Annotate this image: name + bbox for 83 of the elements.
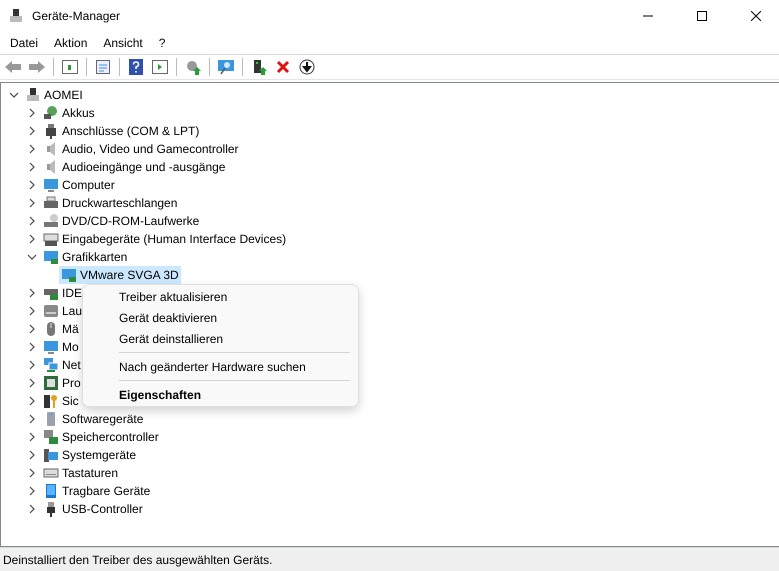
menu-item[interactable]: Aktion <box>46 34 96 52</box>
properties-button[interactable] <box>93 57 113 77</box>
tree-item[interactable]: Druckwarteschlangen <box>41 194 180 212</box>
chevron-right-icon[interactable] <box>27 198 37 208</box>
chevron-right-icon[interactable] <box>27 450 37 460</box>
drive-icon <box>43 303 59 319</box>
chevron-down-icon[interactable] <box>27 252 37 262</box>
tablet-icon <box>43 483 59 499</box>
window-title: Geräte-Manager <box>32 9 122 23</box>
chevron-right-icon[interactable] <box>27 486 37 496</box>
chevron-right-icon[interactable] <box>27 324 37 334</box>
context-menu-item[interactable]: Gerät deinstallieren <box>87 328 354 349</box>
context-menu-item[interactable]: Eigenschaften <box>87 384 354 405</box>
context-menu-item[interactable]: Gerät deaktivieren <box>87 307 354 328</box>
context-menu-item[interactable]: Nach geänderter Hardware suchen <box>87 356 354 377</box>
tree-item[interactable]: VMware SVGA 3D <box>59 266 181 284</box>
maximize-icon <box>697 11 707 21</box>
printer-icon <box>43 195 59 211</box>
tree-item[interactable]: Pro <box>41 374 83 392</box>
tree-item[interactable]: Eingabegeräte (Human Interface Devices) <box>41 230 288 248</box>
chevron-right-icon[interactable] <box>27 162 37 172</box>
tree-item[interactable]: Audioeingänge und -ausgänge <box>41 158 228 176</box>
tree-item[interactable]: Mä <box>41 320 81 338</box>
tree-item[interactable]: Speichercontroller <box>41 428 161 446</box>
chevron-right-icon[interactable] <box>27 396 37 406</box>
monitor-icon <box>43 177 59 193</box>
tree-item[interactable]: Audio, Video und Gamecontroller <box>41 140 241 158</box>
chevron-right-icon[interactable] <box>27 108 37 118</box>
drive-icon <box>43 213 59 229</box>
chevron-right-icon[interactable] <box>27 378 37 388</box>
chevron-right-icon[interactable] <box>27 504 37 514</box>
chevron-right-icon[interactable] <box>27 306 37 316</box>
close-icon <box>751 11 761 21</box>
menu-item[interactable]: Ansicht <box>95 34 151 52</box>
network-icon <box>43 357 59 373</box>
scan-hardware-button[interactable] <box>216 57 236 77</box>
port-icon <box>43 123 59 139</box>
system-device-icon <box>43 447 59 463</box>
tree-item[interactable]: Sic <box>41 392 81 410</box>
display-card-icon <box>43 249 59 265</box>
key-icon <box>43 393 59 409</box>
tree-item[interactable]: Tragbare Geräte <box>41 482 152 500</box>
tree-item[interactable]: Anschlüsse (COM & LPT) <box>41 122 202 140</box>
tree-item[interactable]: Computer <box>41 176 117 194</box>
help-button[interactable] <box>126 57 146 77</box>
menu-item[interactable]: Datei <box>2 34 46 52</box>
tree-item[interactable]: Softwaregeräte <box>41 410 146 428</box>
tree-item[interactable]: Lau <box>41 302 84 320</box>
panel-toggle-button[interactable] <box>60 57 80 77</box>
disable-device-button[interactable] <box>297 57 317 77</box>
status-text: Deinstalliert den Treiber des ausgewählten Geräts. <box>3 552 272 566</box>
tree-item[interactable]: IDE <box>41 284 84 302</box>
display-card-icon <box>61 267 77 283</box>
chevron-right-icon[interactable] <box>27 234 37 244</box>
tree-item[interactable]: Akkus <box>41 104 97 122</box>
tree-item[interactable]: Net <box>41 356 83 374</box>
chevron-right-icon[interactable] <box>27 414 37 424</box>
panel-play-button[interactable] <box>150 57 170 77</box>
tree-item[interactable]: DVD/CD-ROM-Laufwerke <box>41 212 202 230</box>
context-menu-item[interactable]: Treiber aktualisieren <box>87 286 354 307</box>
tree-item[interactable]: Systemgeräte <box>41 446 138 464</box>
chevron-right-icon[interactable] <box>27 342 37 352</box>
tree-item[interactable]: Tastaturen <box>41 464 120 482</box>
chevron-right-icon[interactable] <box>27 216 37 226</box>
tree-item[interactable]: AOMEI <box>23 86 85 104</box>
chevron-down-icon[interactable] <box>9 90 19 100</box>
chip-icon <box>43 375 59 391</box>
app-icon <box>8 8 24 24</box>
tree-item[interactable]: Mo <box>41 338 81 356</box>
chevron-right-icon[interactable] <box>27 126 37 136</box>
computer-icon <box>25 87 41 103</box>
chevron-right-icon[interactable] <box>27 288 37 298</box>
tree-item[interactable]: Grafikkarten <box>41 248 130 266</box>
chevron-right-icon[interactable] <box>27 360 37 370</box>
storage-controller-icon <box>43 429 59 445</box>
chevron-right-icon[interactable] <box>27 144 37 154</box>
chevron-right-icon[interactable] <box>27 432 37 442</box>
monitor-icon <box>43 339 59 355</box>
tree-item[interactable]: USB-Controller <box>41 500 145 518</box>
menu-item[interactable]: ? <box>150 34 174 52</box>
battery-plug-icon <box>43 105 59 121</box>
chevron-right-icon[interactable] <box>27 468 37 478</box>
chevron-right-icon[interactable] <box>27 180 37 190</box>
